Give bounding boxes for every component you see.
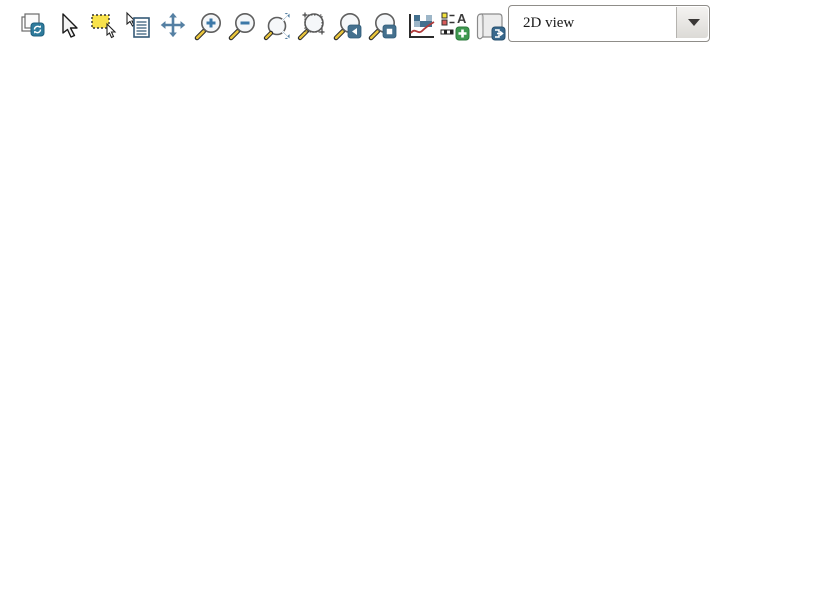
svg-text:A: A — [457, 11, 467, 26]
